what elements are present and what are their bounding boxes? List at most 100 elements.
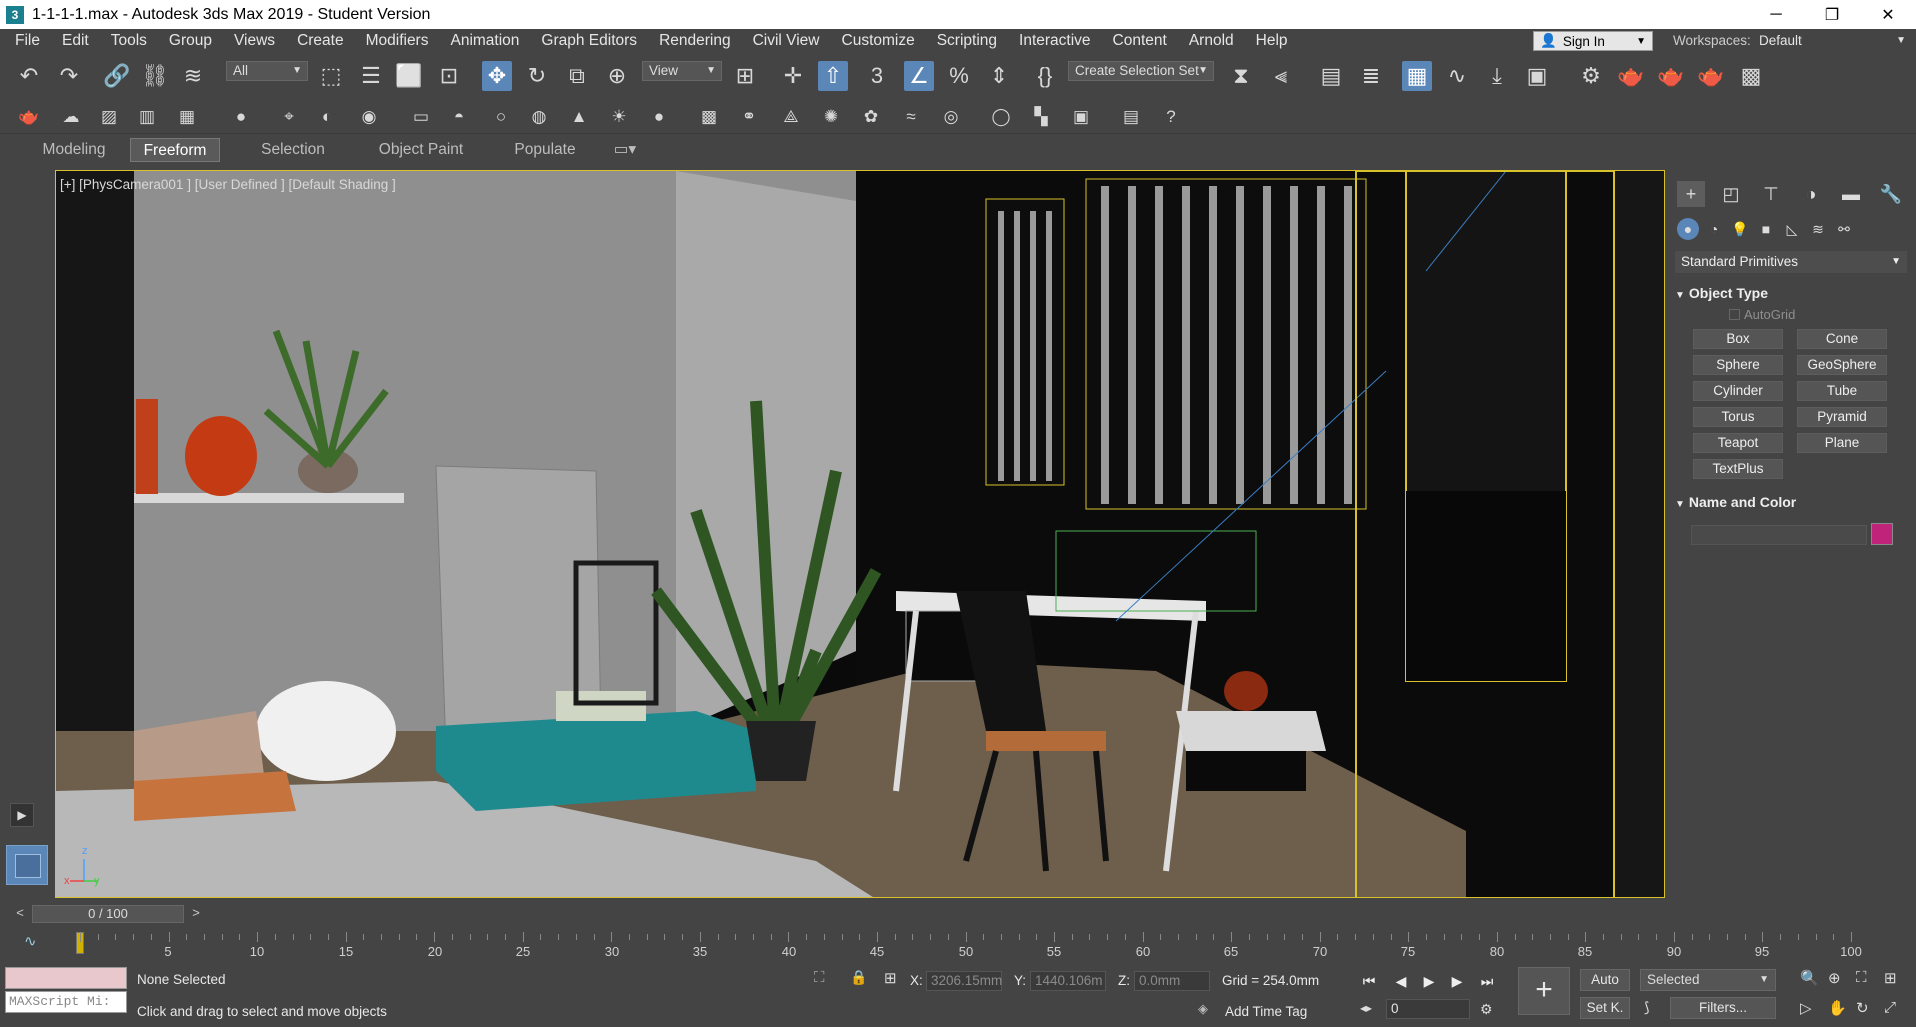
render-a360-icon[interactable]: ▩	[1736, 61, 1766, 91]
plane-button[interactable]: Plane	[1797, 433, 1887, 453]
arnold-render-icon[interactable]: 🫖	[16, 104, 42, 130]
set-key-big-icon[interactable]: +	[1518, 967, 1570, 1015]
select-place-icon[interactable]: ⊕	[602, 61, 632, 91]
absolute-mode-icon[interactable]: ⊞	[884, 969, 897, 987]
window-crossing-icon[interactable]: ⊡	[434, 61, 464, 91]
menu-views[interactable]: Views	[223, 29, 286, 53]
globe-icon[interactable]: ◯	[988, 104, 1014, 130]
render-iterative-icon[interactable]: 🫖	[1696, 61, 1726, 91]
menu-help[interactable]: Help	[1245, 29, 1299, 53]
select-move-icon[interactable]: ✥	[482, 61, 512, 91]
tab-modeling[interactable]: Modeling	[30, 138, 118, 162]
quad-light-icon[interactable]: ▭	[408, 104, 434, 130]
field-of-view-icon[interactable]: ▷	[1800, 999, 1812, 1017]
tab-selection[interactable]: Selection	[248, 138, 338, 162]
tab-object-paint[interactable]: Object Paint	[366, 138, 476, 162]
object-name-field[interactable]	[1691, 525, 1867, 545]
curve-editor-mini-icon[interactable]: ∿	[24, 932, 37, 950]
select-rotate-icon[interactable]: ↻	[522, 61, 552, 91]
disk-light-icon[interactable]: ●	[646, 104, 672, 130]
maxscript-listener-field[interactable]	[5, 967, 127, 989]
go-to-end-icon[interactable]: ⏭	[1476, 971, 1498, 991]
torus-button[interactable]: Torus	[1693, 407, 1783, 427]
time-next-button[interactable]: >	[186, 905, 206, 923]
track-bar[interactable]: ∿ 5 10 15 20 25 30 35 40 45 50 55 60 65 …	[0, 928, 1916, 961]
orbit-icon[interactable]: ↻	[1856, 999, 1869, 1017]
spot-light-icon[interactable]: ▲	[566, 104, 592, 130]
menu-animation[interactable]: Animation	[439, 29, 530, 53]
maximize-button[interactable]: ❐	[1804, 0, 1860, 29]
teapot-button[interactable]: Teapot	[1693, 433, 1783, 453]
menu-interactive[interactable]: Interactive	[1008, 29, 1102, 53]
snaps-3d-icon[interactable]: 3	[862, 61, 892, 91]
camera-icon[interactable]: ⌖	[276, 104, 302, 130]
link-icon[interactable]: 🔗	[102, 61, 132, 91]
geosphere-button[interactable]: GeoSphere	[1797, 355, 1887, 375]
zoom-all-icon[interactable]: ⊕	[1828, 969, 1841, 987]
sun-icon[interactable]: ☀	[606, 104, 632, 130]
cylinder-button[interactable]: Cylinder	[1693, 381, 1783, 401]
cone-button[interactable]: Cone	[1797, 329, 1887, 349]
play-icon[interactable]: ▶	[1418, 971, 1440, 991]
y-coordinate-field[interactable]: 1440.106m	[1030, 971, 1106, 991]
material-ball-icon[interactable]: ●	[228, 104, 254, 130]
cameras-icon[interactable]: ■	[1755, 218, 1777, 240]
camera-viewport[interactable]: [+] [PhysCamera001 ] [User Defined ] [De…	[55, 170, 1665, 898]
autogrid-checkbox[interactable]: AutoGrid	[1729, 307, 1795, 322]
image-icon[interactable]: ▨	[96, 104, 122, 130]
filters-button[interactable]: Filters...	[1670, 997, 1776, 1019]
cloud-icon[interactable]: ☁	[58, 104, 84, 130]
mirror-icon[interactable]: ⧗	[1226, 61, 1256, 91]
help-icon[interactable]: ?	[1158, 104, 1184, 130]
ribbon-toggle-icon[interactable]: ▦	[1402, 61, 1432, 91]
object-type-rollout[interactable]: ▼ Object Type	[1675, 282, 1907, 304]
selection-set-dropdown[interactable]: Create Selection Set ▼	[1068, 61, 1214, 81]
workspace-select[interactable]: Default ▼	[1755, 31, 1910, 51]
menu-content[interactable]: Content	[1102, 29, 1178, 53]
rect-selection-icon[interactable]: ⬜	[394, 61, 424, 91]
pivot-center-icon[interactable]: ⊞	[730, 61, 760, 91]
shapes-icon[interactable]: ◔	[1703, 218, 1725, 240]
go-to-start-icon[interactable]: ⏮	[1358, 971, 1380, 991]
undo-icon[interactable]: ↶	[14, 61, 44, 91]
menu-tools[interactable]: Tools	[100, 29, 158, 53]
keyboard-shortcut-icon[interactable]: ⇧	[818, 61, 848, 91]
edit-named-selection-icon[interactable]: {}	[1030, 61, 1060, 91]
box-button[interactable]: Box	[1693, 329, 1783, 349]
auto-key-button[interactable]: Auto	[1580, 969, 1630, 991]
ref-coord-dropdown[interactable]: View ▼	[642, 61, 722, 81]
zoom-icon[interactable]: 🔍	[1800, 969, 1819, 987]
manipulate-icon[interactable]: ✛	[778, 61, 808, 91]
key-mode-icon[interactable]: ◂▸	[1360, 1001, 1372, 1015]
name-color-rollout[interactable]: ▼ Name and Color	[1675, 491, 1907, 513]
layer-explorer-icon[interactable]: ≣	[1356, 61, 1386, 91]
viewport-layout-button[interactable]	[6, 845, 48, 885]
previous-frame-icon[interactable]: ◀	[1390, 971, 1412, 991]
zoom-extents-icon[interactable]: ⛶	[1856, 969, 1867, 986]
percent-snap-icon[interactable]: %	[944, 61, 974, 91]
display-tab-icon[interactable]: ▬	[1837, 181, 1865, 207]
space-warps-icon[interactable]: ≋	[1807, 218, 1829, 240]
align-icon[interactable]: ⫷	[1266, 61, 1296, 91]
minimize-button[interactable]: ─	[1748, 0, 1804, 29]
tab-populate[interactable]: Populate	[500, 138, 590, 162]
menu-scripting[interactable]: Scripting	[926, 29, 1008, 53]
next-frame-icon[interactable]: ▶	[1446, 971, 1468, 991]
time-slider-thumb[interactable]: 0 / 100	[32, 905, 184, 923]
point-light-icon[interactable]: ○	[488, 104, 514, 130]
scene-explorer-icon[interactable]: ▤	[1316, 61, 1346, 91]
time-prev-button[interactable]: <	[10, 905, 30, 923]
menu-create[interactable]: Create	[286, 29, 355, 53]
set-key-button[interactable]: Set K.	[1580, 997, 1630, 1019]
viewport-label[interactable]: [+] [PhysCamera001 ] [User Defined ] [De…	[60, 177, 396, 192]
mesh-light-icon[interactable]: ◍	[526, 104, 552, 130]
sphere-button[interactable]: Sphere	[1693, 355, 1783, 375]
selection-filter-dropdown[interactable]: All ▼	[226, 61, 308, 81]
maxscript-input[interactable]: MAXScript Mi:	[5, 991, 127, 1013]
spinner-snap-icon[interactable]: ⇕	[984, 61, 1014, 91]
tube-button[interactable]: Tube	[1797, 381, 1887, 401]
shader-icon[interactable]: ▚	[1028, 104, 1054, 130]
render-production-icon[interactable]: 🫖	[1656, 61, 1686, 91]
zoom-extents-all-icon[interactable]: ⊞	[1884, 969, 1897, 987]
menu-edit[interactable]: Edit	[51, 29, 100, 53]
